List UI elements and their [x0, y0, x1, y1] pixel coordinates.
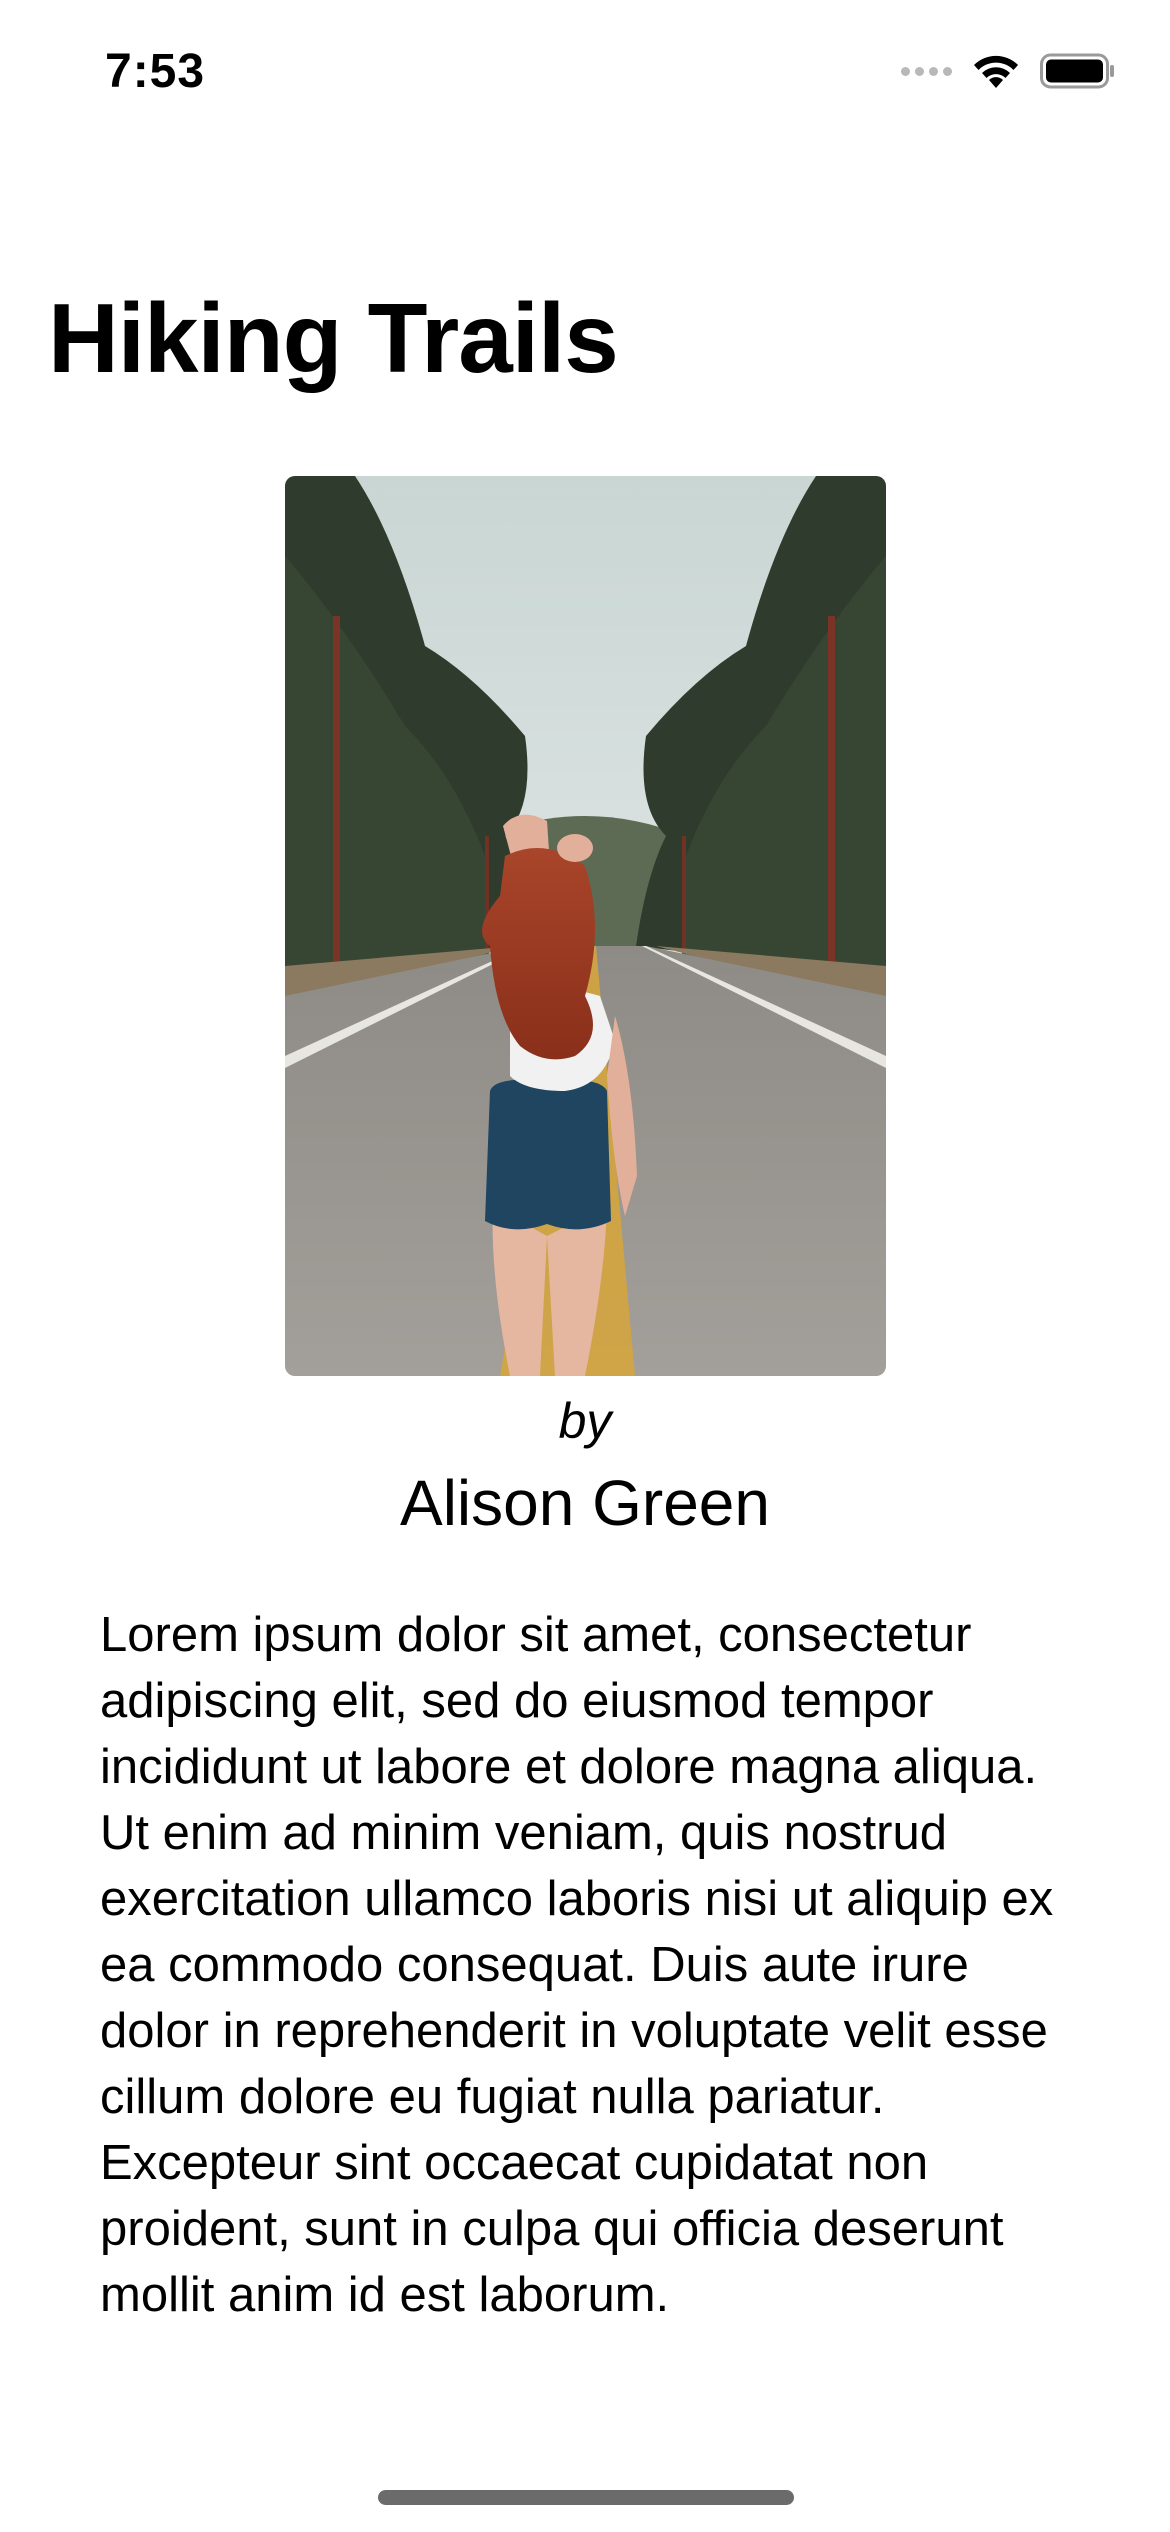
- article-body: Lorem ipsum dolor sit amet, consectetur …: [100, 1608, 1054, 2322]
- wifi-icon: [974, 55, 1018, 88]
- battery-icon: [1040, 53, 1114, 89]
- author-name: Alison Green: [400, 1467, 770, 1539]
- cover-photo: [285, 476, 886, 1376]
- status-icons: [901, 52, 1116, 90]
- home-indicator[interactable]: [378, 2490, 794, 2505]
- status-time: 7:53: [105, 45, 206, 98]
- status-bar: 7:53: [0, 0, 1170, 150]
- photo-of-woman-on-road-icon: [285, 476, 886, 1376]
- page-title: Hiking Trails: [48, 283, 619, 393]
- byline-prefix: by: [558, 1393, 612, 1449]
- cellular-signal-icon: [901, 66, 952, 76]
